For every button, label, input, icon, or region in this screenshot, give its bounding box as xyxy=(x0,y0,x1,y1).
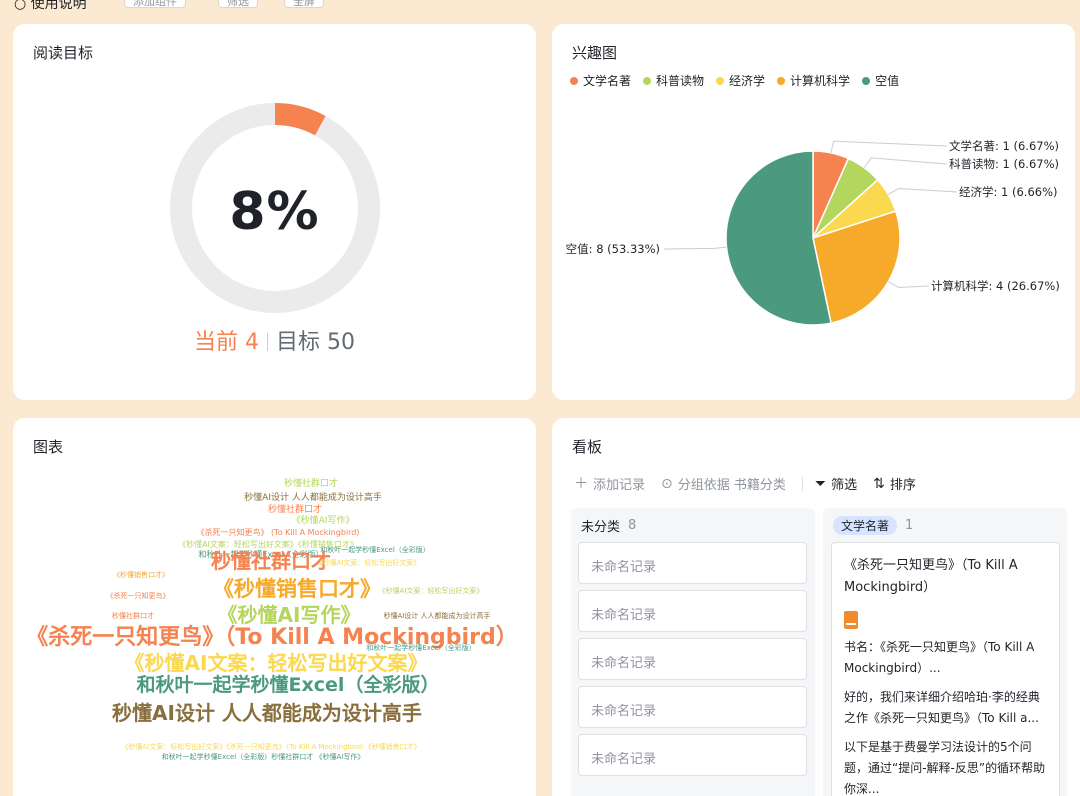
pie-data-label: 空值: 8 (53.33%) xyxy=(566,242,660,256)
target-count: 目标 50 xyxy=(276,330,355,355)
word-cloud-word: 和秋叶一起学秒懂Excel（全彩版） xyxy=(320,545,430,554)
legend-label: 空值 xyxy=(875,74,900,88)
column-count: 8 xyxy=(628,518,637,533)
word-cloud-word: 秒懂AI设计 人人都能成为设计高手 xyxy=(383,611,490,620)
filter-icon: ⏷ xyxy=(814,475,827,492)
filter-label: 筛选 xyxy=(831,478,858,493)
progress-percent: 8% xyxy=(229,182,320,242)
word-cloud: 秒懂社群口才秒懂AI设计 人人都能成为设计高手秒懂社群口才《秒懂AI写作》《杀死… xyxy=(26,477,517,761)
sort-icon: ⇅ xyxy=(873,475,885,492)
word-cloud-word: 《秒懂AI文案：轻松写出好文案》《杀死一只知更鸟》（To Kill A Mock… xyxy=(121,742,420,751)
pie-data-label: 经济学: 1 (6.66%) xyxy=(959,185,1058,199)
pie-label-line xyxy=(663,246,727,250)
word-cloud-word: 和秋叶一起学秒懂Excel（全彩版）秒懂社群口才 《秒懂AI写作》 xyxy=(162,752,365,761)
word-cloud-word: 《秒懂AI写作》 xyxy=(292,514,355,526)
group-by-label: 分组依据 书籍分类 xyxy=(677,478,786,493)
word-cloud-word: 秒懂AI设计 人人都能成为设计高手 xyxy=(112,701,422,725)
kanban-column-literature: 文学名著 1 《杀死一只知更鸟》（To Kill A Mockingbird） … xyxy=(823,508,1067,796)
word-cloud-word: 《秒懂AI写作》 xyxy=(218,603,361,627)
add-component-button[interactable]: 添加组件 xyxy=(124,0,186,8)
legend-label: 文学名著 xyxy=(583,74,632,88)
legend-item-economics[interactable]: 经济学 xyxy=(716,72,765,89)
progress-ring-fill xyxy=(274,103,326,136)
word-cloud-word: 和秋叶一起学秒懂Excel（全彩版） xyxy=(366,643,476,652)
word-cloud-word: 秒懂社群口才 xyxy=(268,503,322,515)
column-name: 未分类 xyxy=(581,520,621,535)
pie-label-line xyxy=(830,140,948,154)
reading-goal-title: 阅读目标 xyxy=(33,44,94,62)
filter-button[interactable]: ⏷ 筛选 xyxy=(814,474,858,494)
current-count: 当前 4 xyxy=(194,330,259,355)
record-card[interactable]: 未命名记录 xyxy=(578,734,807,776)
word-cloud-word: 《秒懂AI文案：轻松写出好文案》 xyxy=(379,586,484,595)
legend-dot xyxy=(777,76,786,85)
group-by-button[interactable]: ⊙ 分组依据 书籍分类 xyxy=(661,474,786,494)
legend-label: 经济学 xyxy=(729,74,766,88)
column-tag: 文学名著 xyxy=(833,516,898,535)
word-cloud-word: 秒懂AI设计 人人都能成为设计高手 xyxy=(244,491,382,503)
usage-guide-link[interactable]: ○ 使用说明 xyxy=(14,0,87,13)
word-cloud-word: 《秒懂AI文案：轻松写出好文案》 xyxy=(125,651,428,675)
legend-dot xyxy=(716,76,725,85)
add-record-button[interactable]: ＋ 添加记录 xyxy=(574,474,646,494)
record-card[interactable]: 未命名记录 xyxy=(578,686,807,728)
legend-item-computer-science[interactable]: 计算机科学 xyxy=(777,72,850,89)
legend-dot xyxy=(570,76,578,85)
column-header: 未分类 8 xyxy=(581,516,636,535)
word-cloud-card: 图表 秒懂社群口才 秒懂AI设计 人人都能成为设计高手 秒懂社群口才 《秒懂AI写作》… xyxy=(13,418,536,796)
book-name-field: 书名：《杀死一只知更鸟》（To Kill A Mockingbird）... xyxy=(844,640,1035,675)
legend-item-science[interactable]: 科普读物 xyxy=(643,72,704,89)
word-cloud-word: 《杀死一只知更鸟》 xyxy=(107,591,170,600)
fullscreen-button[interactable]: 全屏 xyxy=(284,0,324,8)
legend-dot xyxy=(643,76,652,85)
plus-icon: ＋ xyxy=(574,475,588,492)
pie-label-line xyxy=(863,157,948,168)
pie-legend: 文学名著 科普读物 经济学 计算机科学 空值 xyxy=(570,72,899,89)
column-count: 1 xyxy=(905,518,914,533)
column-header: 文学名著 1 xyxy=(833,516,913,535)
goal-summary: 当前 4 目标 50 xyxy=(13,324,536,356)
record-card[interactable]: 未命名记录 xyxy=(578,542,807,584)
book-record-card[interactable]: 《杀死一只知更鸟》（To Kill A Mockingbird） 书名：《杀死一… xyxy=(831,542,1060,796)
pie-data-label: 科普读物: 1 (6.67%) xyxy=(949,157,1059,171)
book-title: 《杀死一只知更鸟》（To Kill A Mockingbird） xyxy=(844,558,1018,595)
legend-dot xyxy=(862,76,871,85)
book-cover-icon xyxy=(844,611,858,629)
record-card[interactable]: 未命名记录 xyxy=(578,590,807,632)
interest-title: 兴趣图 xyxy=(572,44,618,62)
pie-data-label: 计算机科学: 4 (26.67%) xyxy=(931,279,1060,293)
kanban-toolbar: ＋ 添加记录 ⊙ 分组依据 书籍分类 ⏷ 筛选 ⇅ 排序 xyxy=(574,474,932,493)
legend-label: 科普读物 xyxy=(656,74,705,88)
reading-goal-card: 阅读目标 8% 当前 4 目标 50 xyxy=(13,24,536,400)
word-cloud-word: 《杀死一只知更鸟》 (To Kill A Mockingbird) xyxy=(197,527,360,537)
word-cloud-word: 《秒懂销售口才》 xyxy=(213,577,381,601)
legend-label: 计算机科学 xyxy=(790,74,851,88)
pie-label-line xyxy=(888,187,958,195)
pie-data-label: 文学名著: 1 (6.67%) xyxy=(949,139,1059,153)
word-cloud-word: 秒懂社群口才 xyxy=(211,549,331,573)
group-icon: ⊙ xyxy=(661,475,673,492)
record-card[interactable]: 未命名记录 xyxy=(578,638,807,680)
book-questions: 以下是基于费曼学习法设计的5个问题，通过“提问-解释-反思”的循环帮助你深... xyxy=(844,740,1046,796)
word-cloud-word: 和秋叶一起学秒懂Excel（全彩版） xyxy=(137,673,440,696)
kanban-card: 看板 ＋ 添加记录 ⊙ 分组依据 书籍分类 ⏷ 筛选 ⇅ 排序 未分类 8 未命名记录 … xyxy=(552,418,1080,796)
add-record-label: 添加记录 xyxy=(593,478,646,493)
legend-item-literature[interactable]: 文学名著 xyxy=(570,72,631,89)
kanban-title: 看板 xyxy=(572,438,603,456)
word-cloud-word: 秒懂社群口才 xyxy=(112,611,154,620)
word-cloud-word: 秒懂社群口才 xyxy=(284,477,338,489)
legend-item-empty[interactable]: 空值 xyxy=(862,72,899,89)
goal-divider xyxy=(267,333,268,351)
kanban-column-uncategorized: 未分类 8 未命名记录 未命名记录 未命名记录 未命名记录 未命名记录 xyxy=(571,508,815,796)
toolbar-divider xyxy=(801,476,803,491)
filter-button[interactable]: 筛选 xyxy=(218,0,258,8)
word-cloud-word: 《秒懂销售口才》 xyxy=(113,570,169,579)
top-toolbar: ○ 使用说明 添加组件 筛选 全屏 xyxy=(0,0,1080,14)
sort-label: 排序 xyxy=(889,478,916,493)
interest-chart-card: 文学名著: 1 (6.67%) 科普读物: 1 (6.67%) 经济学: 1 (6.… xyxy=(552,24,1075,400)
word-cloud-word: 《秒懂AI文案：轻松写出好文案》 xyxy=(316,558,421,567)
pie-label-line xyxy=(888,281,930,289)
sort-button[interactable]: ⇅ 排序 xyxy=(873,474,916,494)
book-description: 好的，我们来详细介绍哈珀·李的经典之作《杀死一只知更鸟》（To Kill a..… xyxy=(844,690,1040,725)
